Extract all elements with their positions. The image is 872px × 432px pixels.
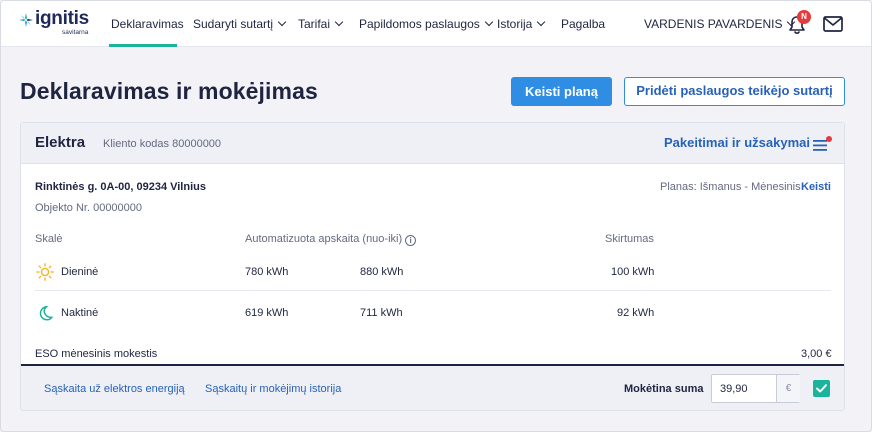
object-number: Objekto Nr. 00000000 [35, 202, 143, 214]
card-title: Elektra [35, 134, 86, 151]
ignitis-logo[interactable]: ignitis savitarna [19, 8, 99, 39]
card-footer: Sąskaita už elektros energiją Sąskaitų i… [21, 364, 844, 410]
header-auto-metering: Automatizuota apskaita (nuo-iki) i [245, 233, 417, 246]
nav-item-tarifai[interactable]: Tarifai [298, 17, 344, 31]
user-name: VARDENIS PAVARDENIS [644, 17, 783, 31]
info-icon[interactable]: i [405, 235, 417, 246]
nav-item-pagalba[interactable]: Pagalba [561, 17, 605, 31]
scale-name-day: Dieninė [61, 266, 99, 278]
nav-label: Istorija [497, 17, 533, 31]
nav-item-deklaravimas[interactable]: Deklaravimas [111, 17, 184, 31]
chevron-down-icon [277, 17, 287, 27]
plan-label: Planas: Išmanus - Mėnesinis [660, 181, 801, 193]
amount-due-input[interactable]: 39,90 € [711, 374, 800, 403]
reading-from-day: 780 kWh [245, 266, 289, 278]
nav-item-papildomos-paslaugos[interactable]: Papildomos paslaugos [359, 17, 493, 31]
page-title: Deklaravimas ir mokėjimas [20, 78, 318, 104]
payment-history-link[interactable]: Sąskaitų ir mokėjimų istorija [205, 383, 341, 395]
header-scale: Skalė [35, 233, 63, 245]
electricity-invoice-link[interactable]: Sąskaita už elektros energiją [44, 383, 185, 395]
menu-icon[interactable] [813, 136, 833, 152]
user-menu[interactable]: VARDENIS PAVARDENIS [644, 17, 796, 31]
nav-label: Sudaryti sutartį [193, 17, 274, 31]
reading-to-night: 711 kWh [360, 307, 403, 319]
reading-from-night: 619 kWh [245, 307, 289, 319]
chevron-down-icon [334, 17, 344, 27]
reading-to-day: 880 kWh [360, 266, 404, 278]
logo-star-icon [19, 13, 33, 27]
check-icon [816, 384, 827, 393]
scale-name-night: Naktinė [61, 307, 99, 319]
difference-night: 92 kWh [617, 307, 655, 319]
add-provider-contract-button[interactable]: Pridėti paslaugos teikėjo sutartį [624, 77, 845, 106]
chevron-down-icon [484, 17, 493, 27]
notification-badge: N [797, 10, 811, 24]
currency-label: € [776, 375, 800, 402]
difference-day: 100 kWh [611, 266, 655, 278]
header-auto-label: Automatizuota apskaita (nuo-iki) [245, 233, 403, 245]
app-window: ignitis savitarna Deklaravimas Sudaryti … [0, 0, 872, 432]
electricity-card: Elektra Kliento kodas 80000000 Pakeitima… [20, 122, 845, 411]
eso-fee-label: ESO mėnesinis mokestis [35, 348, 158, 360]
nav-label: Pagalba [561, 17, 606, 31]
nav-item-sudaryti-sutarti[interactable]: Sudaryti sutartį [193, 17, 287, 31]
nav-label: Tarifai [298, 17, 331, 31]
mail-icon[interactable] [823, 16, 843, 32]
amount-due-value: 39,90 [720, 383, 748, 395]
logo-subtext: savitarna [62, 29, 89, 36]
eso-fee-value: 3,00 € [801, 348, 832, 360]
nav-item-istorija[interactable]: Istorija [497, 17, 546, 31]
moon-icon [39, 305, 53, 321]
client-code: Kliento kodas 80000000 [103, 138, 222, 150]
row-divider [35, 290, 831, 291]
top-navigation: ignitis savitarna Deklaravimas Sudaryti … [1, 1, 871, 47]
header-difference: Skirtumas [605, 233, 654, 245]
chevron-down-icon [537, 17, 546, 27]
nav-label: Papildomos paslaugos [359, 17, 480, 31]
nav-active-indicator [109, 44, 177, 47]
object-address: Rinktinės g. 0A-00, 09234 Vilnius [35, 181, 206, 193]
confirm-checkbox[interactable] [813, 380, 830, 397]
change-plan-button[interactable]: Keisti planą [511, 77, 612, 106]
card-header: Elektra Kliento kodas 80000000 Pakeitima… [21, 123, 844, 164]
amount-due-label: Mokėtina suma [624, 383, 704, 395]
plan-change-link[interactable]: Keisti [801, 181, 831, 193]
nav-label: Deklaravimas [111, 17, 184, 31]
changes-orders-link[interactable]: Pakeitimai ir užsakymai [664, 135, 810, 150]
logo-text: ignitis [35, 8, 89, 29]
sun-icon [36, 263, 54, 281]
